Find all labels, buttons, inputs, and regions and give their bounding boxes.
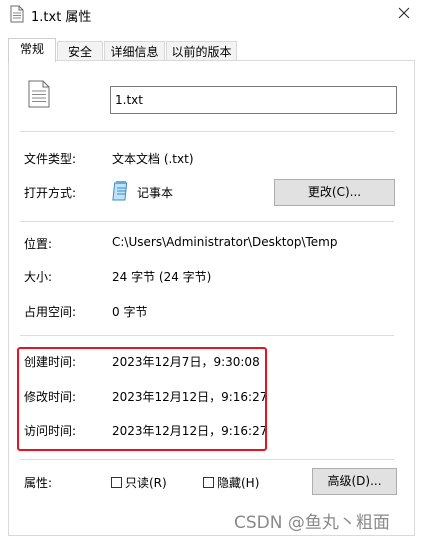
separator [20,335,394,336]
readonly-checkbox[interactable] [111,477,122,488]
open-with-value: 记事本 [137,186,174,200]
tab-details[interactable]: 详细信息 [104,41,165,62]
tab-general[interactable]: 常规 [8,38,56,62]
disk-size-label: 占用空间: [24,305,77,319]
highlight-box [17,347,267,451]
separator [20,459,394,460]
close-icon[interactable] [387,0,421,28]
window-title: 1.txt 属性 [31,10,92,25]
text-file-icon [28,80,50,108]
readonly-label[interactable]: 只读(R) [125,474,167,491]
hidden-label[interactable]: 隐藏(H) [217,474,259,491]
text-file-icon [10,5,24,23]
advanced-button[interactable]: 高级(D)... [312,468,397,495]
location-label: 位置: [24,237,53,251]
watermark: CSDN @鱼丸丶粗面 [234,513,390,533]
change-button[interactable]: 更改(C)... [274,179,395,206]
open-with-label: 打开方式: [24,186,77,200]
separator [20,221,394,222]
title-bar: 1.txt 属性 [0,0,421,30]
location-value: C:\Users\Administrator\Desktop\Temp [112,235,338,249]
separator [20,131,394,132]
disk-size-value: 0 字节 [112,305,148,319]
size-label: 大小: [24,270,53,284]
file-type-value: 文本文档 (.txt) [112,152,194,166]
attributes-label: 属性: [24,476,53,490]
file-type-label: 文件类型: [24,152,77,166]
notepad-icon [112,181,128,201]
tab-security[interactable]: 安全 [57,41,103,62]
filename-input[interactable]: 1.txt [110,86,397,114]
size-value: 24 字节 (24 字节) [112,270,212,284]
hidden-checkbox[interactable] [203,477,214,488]
tab-previous-versions[interactable]: 以前的版本 [166,41,237,62]
